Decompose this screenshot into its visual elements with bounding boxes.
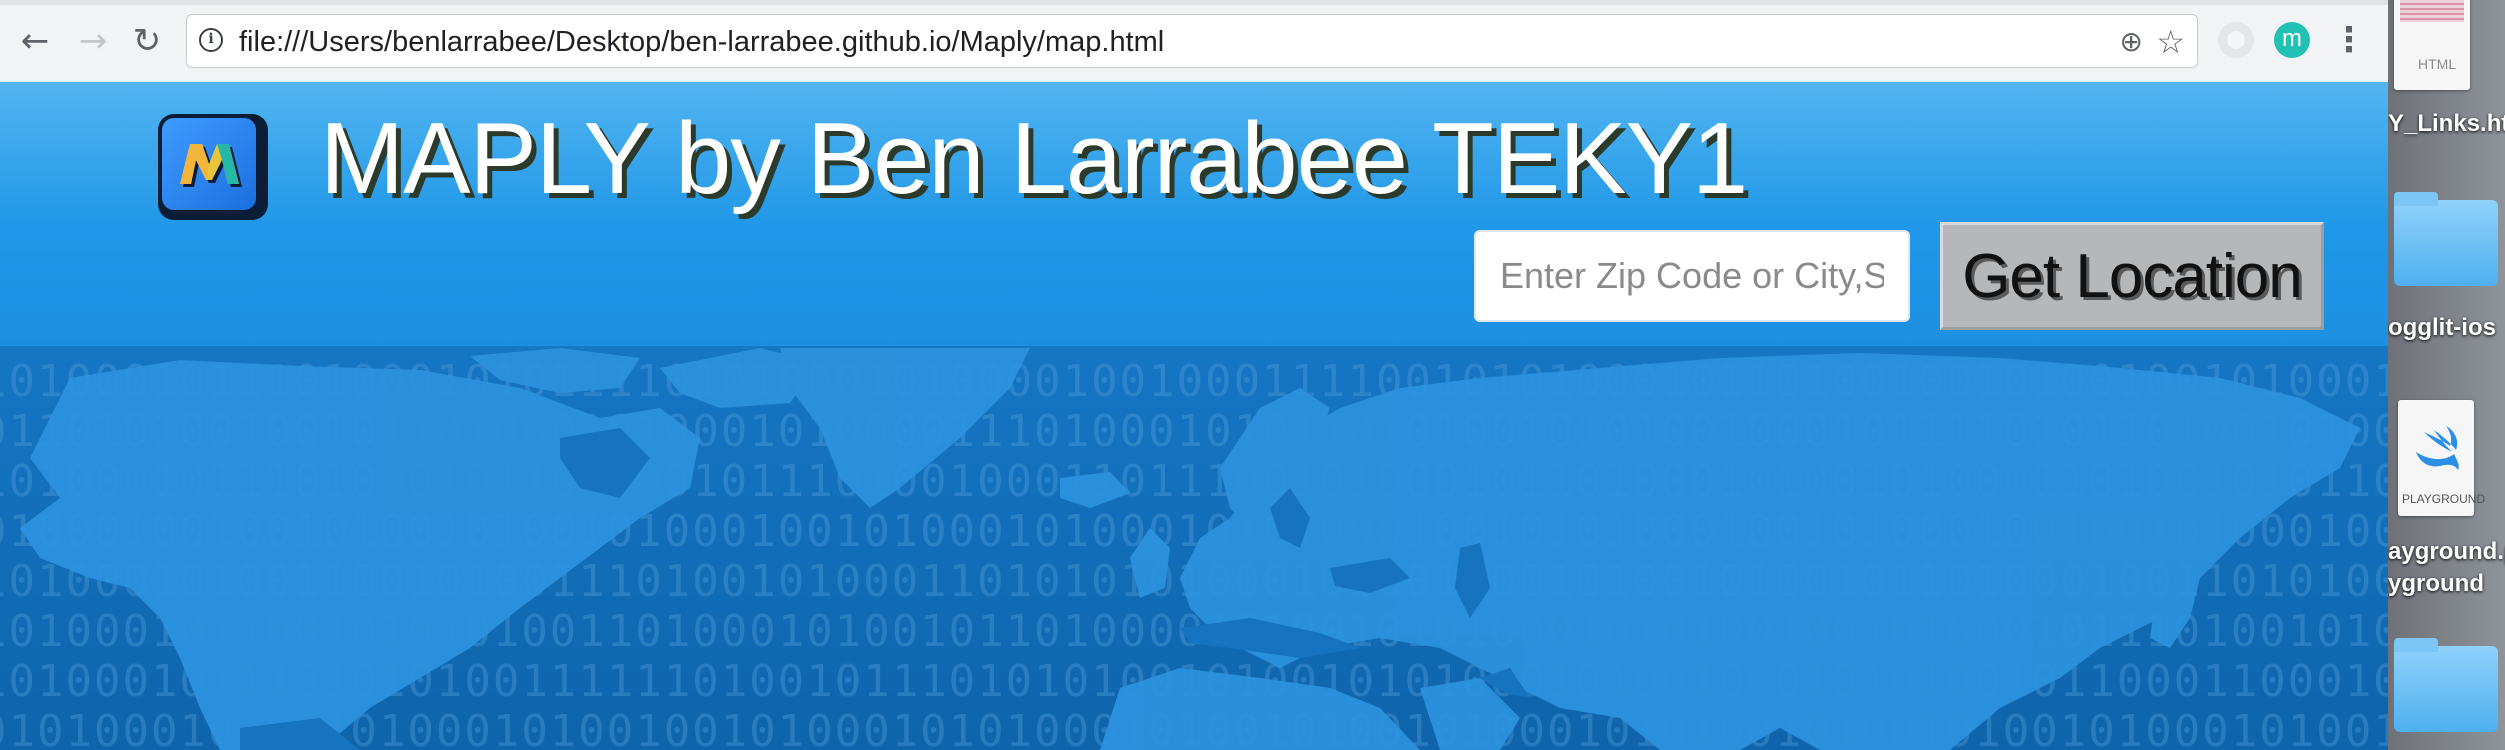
html-file-icon[interactable]: HTML [2394, 0, 2470, 90]
browser-menu-icon[interactable]: ⋮ [2332, 16, 2366, 64]
maply-logo [158, 114, 268, 220]
get-location-button[interactable]: Get Location [1940, 222, 2324, 330]
folder-icon[interactable] [2394, 192, 2498, 286]
page-title: MAPLY by Ben Larrabee TEKY1 [320, 103, 1748, 215]
desktop-file-label[interactable]: Y_Links.ht [2388, 110, 2505, 138]
info-icon[interactable]: i [199, 28, 223, 52]
desktop-playground-label[interactable]: ayground.p [2388, 538, 2505, 566]
desktop-background: HTML Y_Links.ht ogglit-ios PLAYGROUND ay… [2388, 0, 2505, 750]
browser-toolbar: ← → ↻ i file:///Users/benlarrabee/Deskto… [0, 0, 2388, 83]
back-button[interactable]: ← [12, 18, 58, 64]
url-text[interactable]: file:///Users/benlarrabee/Desktop/ben-la… [239, 26, 1164, 59]
file-type-tag: PLAYGROUND [2402, 492, 2486, 506]
extension-icon[interactable] [2218, 22, 2254, 58]
greenland-landmass [780, 348, 1030, 508]
playground-file-icon[interactable]: PLAYGROUND [2398, 400, 2485, 516]
world-map-icon [20, 348, 2360, 750]
page-header: MAPLY by Ben Larrabee TEKY1 Get Location [0, 82, 2388, 348]
north-america-landmass [20, 360, 700, 750]
m-logo-icon [180, 144, 242, 187]
zip-code-input[interactable] [1474, 230, 1910, 322]
iceland-landmass [1060, 472, 1130, 508]
file-type-tag: HTML [2418, 56, 2457, 72]
reload-button[interactable]: ↻ [124, 18, 170, 64]
tab-strip [0, 0, 2388, 5]
bookmark-star-icon[interactable]: ☆ [2156, 23, 2185, 61]
eurasia-landmass [1180, 353, 2360, 750]
folder-icon[interactable] [2394, 638, 2498, 732]
forward-button[interactable]: → [70, 18, 116, 64]
desktop-playground-label[interactable]: yground [2388, 570, 2484, 598]
profile-avatar[interactable]: m [2274, 22, 2310, 58]
desktop-folder-label[interactable]: ogglit-ios [2388, 314, 2496, 342]
africa-landmass [1100, 668, 1420, 750]
swift-bird-icon [2416, 426, 2459, 470]
logo-tile [162, 118, 256, 210]
file-thumbnail [2400, 0, 2464, 22]
address-bar[interactable]: i file:///Users/benlarrabee/Desktop/ben-… [186, 14, 2198, 68]
uk-landmass [1130, 528, 1170, 598]
world-map-background: 1010001011101000101011110101000101000010… [0, 348, 2388, 750]
zoom-icon[interactable]: ⊕ [2120, 25, 2143, 58]
